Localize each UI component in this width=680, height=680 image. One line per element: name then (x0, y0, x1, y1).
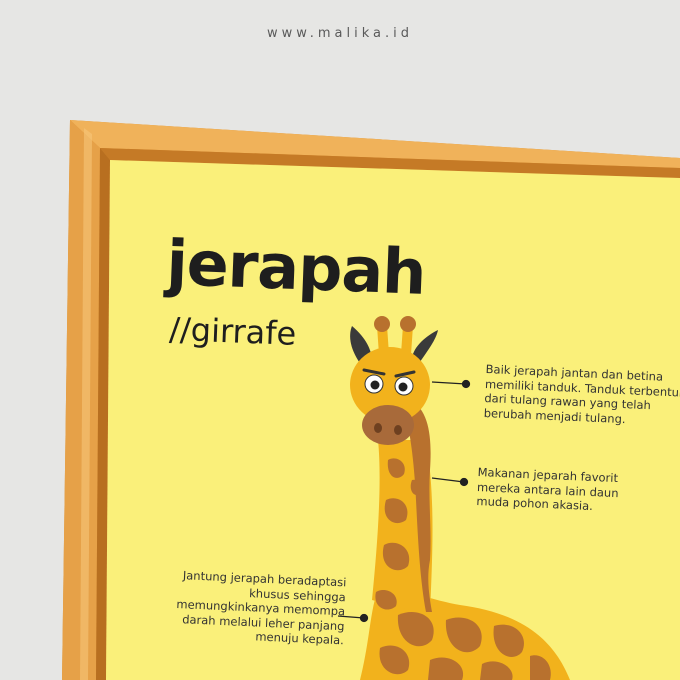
poster-subtitle: //girrafe (168, 310, 297, 353)
fact-heart: Jantung jerapah beradaptasi khusus sehin… (176, 568, 347, 648)
fact-food: Makanan jeparah favorit mereka antara la… (476, 465, 619, 514)
fact-horns: Baik jerapah jantan dan betina memiliki … (483, 362, 680, 426)
poster-title: jerapah (165, 226, 427, 309)
